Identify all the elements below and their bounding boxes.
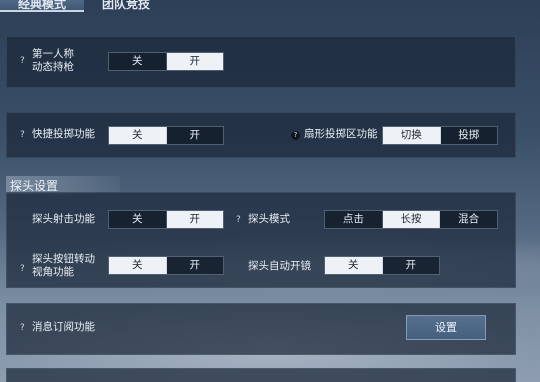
peek-rotate-label-line1: 探头按钮转动 [32, 253, 95, 265]
first-person-label-line2: 动态持枪 [32, 61, 74, 73]
help-icon[interactable]: ? [20, 130, 25, 140]
peek-mode-label: 探头模式 [248, 213, 290, 225]
peek-rotate-toggle: 关 开 [108, 256, 224, 275]
tab-classic-mode[interactable]: 经典模式 [0, 0, 84, 12]
help-icon[interactable]: ? [291, 131, 300, 140]
help-icon[interactable]: ? [20, 264, 25, 274]
next-setting-panel [6, 368, 516, 382]
peek-mode-hold-option[interactable]: 长按 [382, 211, 441, 228]
peek-shoot-label: 探头射击功能 [32, 213, 95, 225]
peek-auto-scope-label: 探头自动开镜 [248, 260, 311, 272]
peek-mode-selector: 点击 长按 混合 [324, 210, 498, 229]
peek-mode-tap-option[interactable]: 点击 [325, 211, 383, 228]
fan-throw-switch-option[interactable]: 切换 [383, 127, 441, 144]
help-icon[interactable]: ? [20, 323, 25, 333]
quick-throw-on-option[interactable]: 开 [167, 127, 224, 144]
help-icon[interactable]: ? [20, 56, 25, 66]
peek-auto-scope-toggle: 关 开 [324, 256, 440, 275]
peek-shoot-toggle: 关 开 [108, 210, 224, 229]
quick-throw-off-option[interactable]: 关 [109, 127, 167, 144]
fan-throw-throw-option[interactable]: 投掷 [441, 127, 498, 144]
peek-mode-mixed-option[interactable]: 混合 [440, 211, 497, 228]
fan-throw-label: 扇形投掷区功能 [304, 128, 378, 140]
peek-auto-scope-on-option[interactable]: 开 [383, 257, 440, 274]
first-person-toggle: 关 开 [108, 52, 224, 71]
help-icon[interactable]: ? [236, 215, 241, 225]
peek-rotate-off-option[interactable]: 关 [109, 257, 167, 274]
peek-rotate-label: 探头按钮转动 视角功能 [32, 253, 95, 279]
peek-rotate-label-line2: 视角功能 [32, 266, 74, 278]
quick-throw-label: 快捷投掷功能 [32, 128, 95, 140]
peek-shoot-on-option[interactable]: 开 [166, 211, 223, 228]
subscription-label: 消息订阅功能 [32, 321, 95, 333]
tab-team-deathmatch[interactable]: 团队竞技 [102, 0, 150, 12]
first-person-label-line1: 第一人称 [32, 48, 74, 60]
mode-tabs: 经典模式 团队竞技 [0, 0, 540, 14]
peek-shoot-off-option[interactable]: 关 [109, 211, 167, 228]
peek-auto-scope-off-option[interactable]: 关 [325, 257, 383, 274]
subscription-settings-button[interactable]: 设置 [406, 315, 486, 340]
first-person-panel [6, 36, 516, 88]
fan-throw-toggle: 切换 投掷 [382, 126, 498, 145]
peek-rotate-on-option[interactable]: 开 [167, 257, 224, 274]
first-person-label: 第一人称 动态持枪 [32, 48, 74, 74]
first-person-on-option[interactable]: 开 [166, 53, 223, 70]
quick-throw-toggle: 关 开 [108, 126, 224, 145]
first-person-off-option[interactable]: 关 [109, 53, 167, 70]
